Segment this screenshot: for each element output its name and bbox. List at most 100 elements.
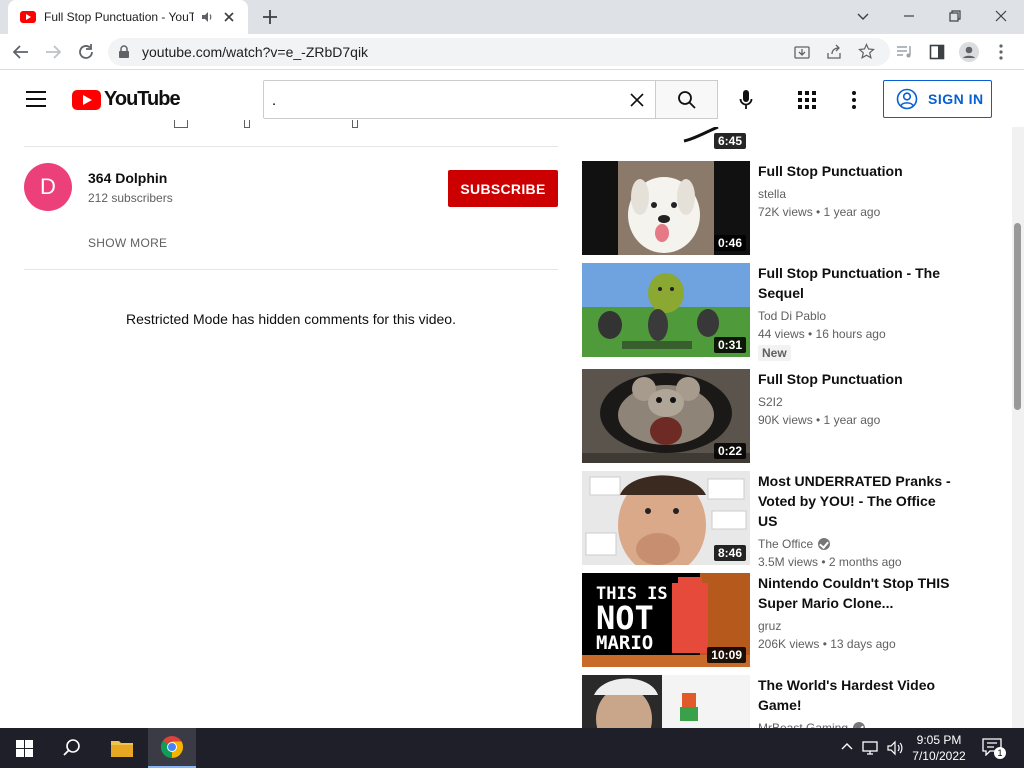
back-icon[interactable]: [10, 41, 32, 63]
media-control-icon[interactable]: [894, 41, 916, 63]
page-scrollbar[interactable]: [1012, 127, 1024, 728]
close-tab-icon[interactable]: [222, 10, 236, 24]
video-meta: Most UNDERRATED Pranks - Voted by YOU! -…: [758, 471, 958, 571]
channel-avatar[interactable]: D: [24, 163, 72, 211]
account-circle-icon: [896, 88, 918, 110]
video-thumbnail[interactable]: [582, 675, 750, 728]
settings-more-icon[interactable]: [850, 90, 858, 110]
recommended-video[interactable]: 0:22 Full Stop Punctuation S2I2 90K view…: [582, 369, 962, 463]
browser-tab[interactable]: Full Stop Punctuation - YouTube: [8, 0, 248, 34]
speaker-icon[interactable]: [200, 10, 214, 24]
hamburger-menu-icon[interactable]: [26, 91, 46, 107]
volume-icon[interactable]: [886, 740, 904, 756]
windows-taskbar: 9:05 PM 7/10/2022 1: [0, 728, 1024, 768]
video-actions-row-partial: [172, 120, 362, 130]
browser-toolbar: youtube.com/watch?v=e_-ZRbD7qik: [0, 34, 1024, 70]
install-app-icon[interactable]: [794, 44, 810, 60]
video-thumbnail[interactable]: 0:22: [582, 369, 750, 463]
new-tab-icon[interactable]: [258, 6, 282, 28]
recommended-video[interactable]: The World's Hardest Video Game! MrBeast …: [582, 675, 962, 728]
youtube-logo-text: YouTube: [104, 88, 181, 110]
video-stats: 72K views • 1 year ago: [758, 205, 881, 219]
subscribe-button[interactable]: SUBSCRIBE: [448, 170, 558, 207]
url-text: youtube.com/watch?v=e_-ZRbD7qik: [142, 44, 369, 60]
video-channel[interactable]: MrBeast Gaming: [758, 719, 958, 728]
subscriber-count: 212 subscribers: [88, 191, 173, 205]
video-title[interactable]: Full Stop Punctuation - The Sequel: [758, 263, 958, 303]
video-channel[interactable]: The Office: [758, 535, 958, 553]
windows-start-icon[interactable]: [16, 740, 33, 757]
previous-video-thumbnail[interactable]: 6:45: [582, 127, 750, 152]
taskbar-search-icon[interactable]: [62, 738, 82, 758]
voice-search-mic-icon[interactable]: [733, 87, 759, 113]
clear-search-icon[interactable]: [629, 92, 645, 108]
divider: [24, 269, 558, 270]
recommended-video[interactable]: 8:46 Most UNDERRATED Pranks - Voted by Y…: [582, 471, 962, 569]
video-channel[interactable]: Tod Di Pablo: [758, 307, 958, 325]
side-panel-icon[interactable]: [926, 41, 948, 63]
address-bar[interactable]: youtube.com/watch?v=e_-ZRbD7qik: [108, 38, 890, 66]
recommended-video[interactable]: 0:31 Full Stop Punctuation - The Sequel …: [582, 263, 962, 361]
youtube-header: YouTube SIGN IN: [0, 71, 1024, 127]
video-thumbnail[interactable]: 0:31: [582, 263, 750, 357]
channel-label: stella: [758, 187, 787, 201]
video-meta: Full Stop Punctuation S2I2 90K views • 1…: [758, 369, 958, 429]
video-thumbnail[interactable]: THIS IS NOT MARIO 10:09: [582, 573, 750, 667]
channel-label: S2I2: [758, 395, 783, 409]
clock-time: 9:05 PM: [916, 733, 962, 747]
tab-title: Full Stop Punctuation - YouTube: [44, 10, 194, 24]
video-thumbnail[interactable]: 0:46: [582, 161, 750, 255]
video-channel[interactable]: S2I2: [758, 393, 958, 411]
tab-search-chevron-icon[interactable]: [848, 4, 878, 28]
video-stats: 90K views • 1 year ago: [758, 413, 881, 427]
lock-icon[interactable]: [118, 45, 130, 59]
reload-icon[interactable]: [75, 41, 97, 63]
forward-icon[interactable]: [42, 41, 64, 63]
chrome-icon: [161, 736, 183, 758]
restore-icon[interactable]: [940, 4, 970, 28]
chrome-taskbar-button[interactable]: [148, 728, 196, 768]
recommended-video[interactable]: THIS IS NOT MARIO 10:09 Nintendo Couldn'…: [582, 573, 962, 667]
search-button[interactable]: [655, 80, 718, 119]
video-title[interactable]: The World's Hardest Video Game!: [758, 675, 958, 715]
minimize-icon[interactable]: [894, 4, 924, 28]
video-meta: Full Stop Punctuation - The Sequel Tod D…: [758, 263, 958, 362]
video-thumbnail[interactable]: 8:46: [582, 471, 750, 565]
file-explorer-icon[interactable]: [110, 738, 134, 758]
screen: Full Stop Punctuation - YouTube youtube.…: [0, 0, 1024, 768]
action-center-button[interactable]: 1: [982, 738, 1006, 759]
chrome-menu-icon[interactable]: [990, 41, 1012, 63]
channel-name[interactable]: 364 Dolphin: [88, 170, 167, 186]
search-icon: [677, 90, 696, 109]
notification-count: 1: [994, 747, 1006, 759]
youtube-logo[interactable]: YouTube: [72, 88, 181, 111]
video-meta: The World's Hardest Video Game! MrBeast …: [758, 675, 958, 728]
scrollbar-thumb[interactable]: [1014, 223, 1021, 410]
video-duration: 0:31: [713, 337, 746, 353]
search-input[interactable]: [272, 89, 612, 111]
show-more-button[interactable]: SHOW MORE: [88, 236, 167, 250]
recommended-video[interactable]: 0:46 Full Stop Punctuation stella 72K vi…: [582, 161, 962, 255]
video-channel[interactable]: stella: [758, 185, 958, 203]
taskbar-clock[interactable]: 9:05 PM 7/10/2022: [906, 732, 972, 764]
tray-chevron-up-icon[interactable]: [840, 740, 854, 754]
bookmark-star-icon[interactable]: [858, 43, 875, 60]
video-channel[interactable]: gruz: [758, 617, 958, 635]
video-title[interactable]: Most UNDERRATED Pranks - Voted by YOU! -…: [758, 471, 958, 531]
video-title[interactable]: Full Stop Punctuation: [758, 161, 958, 181]
video-stats: 3.5M views • 2 months ago: [758, 555, 902, 569]
profile-icon[interactable]: [958, 41, 980, 63]
video-duration: 6:45: [713, 133, 746, 149]
share-icon[interactable]: [826, 44, 842, 60]
channel-label: MrBeast Gaming: [758, 721, 849, 728]
video-title[interactable]: Full Stop Punctuation: [758, 369, 958, 389]
apps-grid-icon[interactable]: [797, 90, 817, 110]
sign-in-button[interactable]: SIGN IN: [883, 80, 992, 118]
network-icon[interactable]: [862, 740, 880, 756]
channel-label: Tod Di Pablo: [758, 309, 827, 323]
video-duration: 8:46: [713, 545, 746, 561]
close-window-icon[interactable]: [986, 4, 1016, 28]
video-stats: 44 views • 16 hours ago: [758, 327, 886, 341]
browser-tab-strip: Full Stop Punctuation - YouTube: [0, 0, 1024, 34]
video-title[interactable]: Nintendo Couldn't Stop THIS Super Mario …: [758, 573, 958, 613]
